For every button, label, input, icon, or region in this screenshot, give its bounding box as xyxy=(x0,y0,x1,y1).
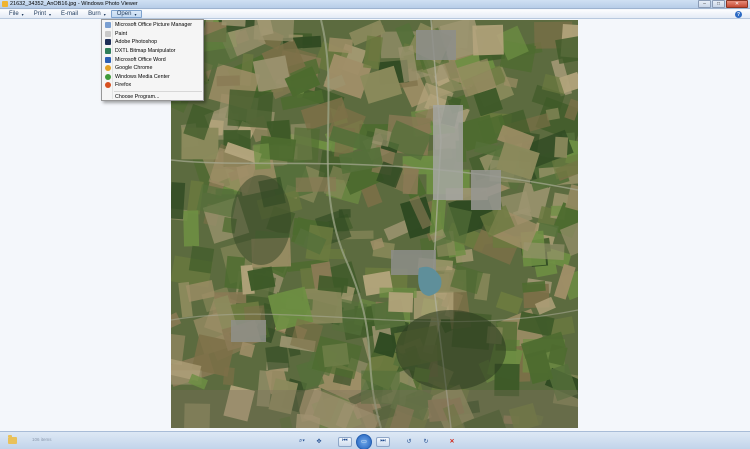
photoshop-icon xyxy=(104,39,111,46)
field-patch xyxy=(227,89,274,129)
picture-manager-icon xyxy=(104,22,111,29)
menu-item-label: Adobe Photoshop xyxy=(115,39,158,46)
field-patch xyxy=(183,210,200,247)
menu-email[interactable]: E-mail xyxy=(56,10,83,18)
chevron-down-icon: ▾ xyxy=(134,11,137,17)
bitmap-manipulator-icon xyxy=(104,48,111,55)
window-title: 21632_34352_AnOB16.jpg - Windows Photo V… xyxy=(10,1,138,7)
open-with-menu: Microsoft Office Picture Manager Paint A… xyxy=(101,19,204,101)
menu-item-picture-manager[interactable]: Microsoft Office Picture Manager xyxy=(103,21,202,30)
menu-file-label: File xyxy=(9,11,19,17)
field-patch xyxy=(215,188,234,199)
navigation-controls: ⌕▾ ✥ ⏮ ▭ ⏭ ↺ ↻ ✕ xyxy=(295,433,459,449)
menu-burn[interactable]: Burn ▾ xyxy=(83,10,111,18)
word-icon xyxy=(104,56,111,63)
next-button[interactable]: ⏭ xyxy=(376,436,390,447)
field-patch xyxy=(222,367,235,386)
rotate-counterclockwise-button[interactable]: ↺ xyxy=(402,437,416,447)
field-patch xyxy=(522,242,565,261)
menu-item-label: Paint xyxy=(115,30,128,37)
title-bar: 21632_34352_AnOB16.jpg - Windows Photo V… xyxy=(0,0,750,9)
field-patch xyxy=(265,345,290,371)
help-icon[interactable]: ? xyxy=(735,11,742,18)
chevron-down-icon: ▾ xyxy=(21,11,24,17)
menu-burn-label: Burn xyxy=(88,11,101,17)
field-patch xyxy=(216,75,240,87)
menu-item-chrome[interactable]: Google Chrome xyxy=(103,64,202,73)
field-patch xyxy=(292,127,320,163)
menu-separator xyxy=(114,90,202,92)
chevron-down-icon: ▾ xyxy=(49,11,52,17)
field-patch xyxy=(472,24,504,56)
field-patch xyxy=(402,168,419,195)
chevron-down-icon: ▾ xyxy=(103,11,106,17)
field-patch xyxy=(328,37,353,54)
paint-icon xyxy=(104,30,111,37)
menu-print-label: Print xyxy=(33,11,47,17)
photo-viewer-icon xyxy=(2,1,8,7)
actual-size-button[interactable]: ✥ xyxy=(312,437,326,447)
menu-file[interactable]: File ▾ xyxy=(4,10,29,18)
menu-item-label: Choose Program... xyxy=(115,94,160,101)
field-patch xyxy=(253,20,295,42)
slideshow-button[interactable]: ▭ xyxy=(356,433,372,449)
menu-item-label: DXTL Bitmap Manipulator xyxy=(115,48,176,55)
field-patch xyxy=(188,245,215,274)
menu-item-label: Microsoft Office Picture Manager xyxy=(115,22,193,29)
menu-item-media-center[interactable]: Windows Media Center xyxy=(103,73,202,82)
media-center-icon xyxy=(104,73,111,80)
folder-icon xyxy=(8,435,17,444)
menu-bar: File ▾ Print ▾ E-mail Burn ▾ Open ▾ xyxy=(0,10,750,19)
field-patch xyxy=(522,280,546,293)
close-button[interactable]: ✕ xyxy=(726,0,748,8)
delete-button[interactable]: ✕ xyxy=(445,437,459,447)
minimize-button[interactable]: – xyxy=(698,0,711,8)
item-count: 106 items xyxy=(32,437,52,442)
field-patch xyxy=(253,143,271,170)
menu-open[interactable]: Open ▾ xyxy=(110,10,143,18)
menu-item-label: Windows Media Center xyxy=(115,73,170,80)
menu-open-label: Open xyxy=(116,11,132,17)
menu-email-label: E-mail xyxy=(61,11,79,17)
menu-print[interactable]: Print ▾ xyxy=(29,10,56,18)
rotate-clockwise-button[interactable]: ↻ xyxy=(419,437,433,447)
maximize-button[interactable]: □ xyxy=(712,0,725,8)
field-patch xyxy=(338,209,351,218)
field-patch xyxy=(554,136,569,158)
menu-item-paint[interactable]: Paint xyxy=(103,30,202,39)
previous-button[interactable]: ⏮ xyxy=(338,436,352,447)
window-controls: – □ ✕ xyxy=(698,0,748,8)
menu-item-bitmap-manipulator[interactable]: DXTL Bitmap Manipulator xyxy=(103,47,202,56)
status-bar: 106 items ⌕▾ ✥ ⏮ ▭ ⏭ ↺ ↻ ✕ xyxy=(0,431,750,449)
zoom-button[interactable]: ⌕▾ xyxy=(295,437,309,447)
menu-item-label: Google Chrome xyxy=(115,65,153,72)
aerial-photo xyxy=(171,20,578,428)
chrome-icon xyxy=(104,65,111,72)
field-patch xyxy=(171,182,186,220)
firefox-icon xyxy=(104,82,111,89)
field-patch xyxy=(388,291,414,313)
menu-item-photoshop[interactable]: Adobe Photoshop xyxy=(103,38,202,47)
menu-item-label: Microsoft Office Word xyxy=(115,56,166,63)
menu-item-word[interactable]: Microsoft Office Word xyxy=(103,55,202,64)
field-patch xyxy=(252,55,292,93)
menu-item-choose-program[interactable]: Choose Program... xyxy=(103,93,202,102)
menu-item-label: Firefox xyxy=(115,82,132,89)
menu-item-firefox[interactable]: Firefox xyxy=(103,81,202,90)
